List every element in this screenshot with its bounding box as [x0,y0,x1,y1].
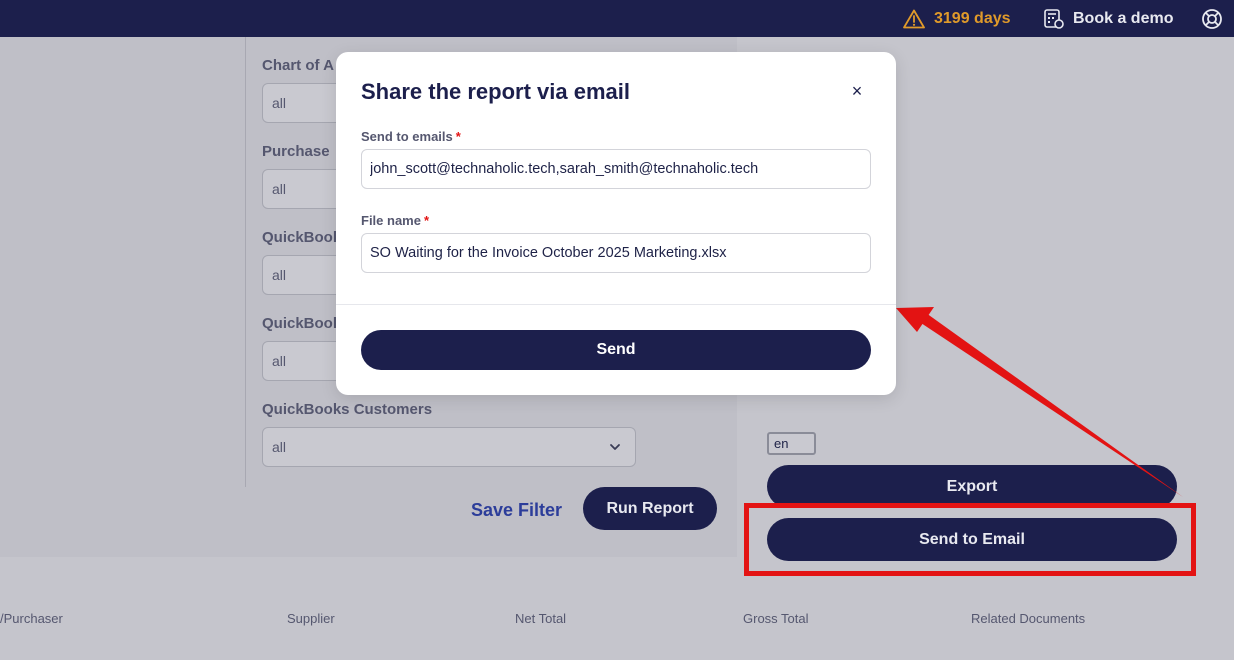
filter-label-quickbooks-1: QuickBook [262,229,342,246]
column-header-net-total: Net Total [515,611,567,626]
modal-title: Share the report via email [361,79,630,104]
share-email-modal: Share the report via email × Send to ema… [336,52,896,395]
book-demo-text: Book a demo [1073,9,1174,27]
filter-label-chart-of-accounts: Chart of A [262,57,334,74]
export-button[interactable]: Export [767,465,1177,508]
filter-label-purchase: Purchase [262,143,330,160]
modal-divider [336,304,896,305]
column-header-gross-total: Gross Total [743,611,809,626]
filter-select-value: all [272,181,287,197]
run-report-button[interactable]: Run Report [583,487,717,530]
chevron-down-icon [610,444,620,450]
save-filter-link[interactable]: Save Filter [471,500,562,521]
language-select[interactable]: en [767,432,816,455]
trial-days-text: 3199 days [934,9,1011,27]
close-icon[interactable]: × [848,82,866,100]
filter-select-value: all [272,353,287,369]
column-header-related-documents: Related Documents [971,611,1086,626]
filter-select-value: all [272,267,287,283]
annotation-highlight-box [744,503,1196,576]
required-marker: * [455,129,461,144]
column-header-purchaser: /Purchaser [0,611,63,626]
filter-divider [245,37,246,487]
filter-select-quickbooks-customers[interactable]: all [262,427,636,467]
emails-label: Send to emails * [361,129,461,144]
column-header-supplier: Supplier [287,611,335,626]
filter-label-quickbooks-2: QuickBook [262,315,342,332]
filter-select-value: all [272,95,287,111]
filename-label: File name * [361,213,429,228]
required-marker: * [423,213,430,228]
top-bar: 3199 days Book a demo [0,0,1234,37]
send-button[interactable]: Send [361,330,871,370]
trial-days-indicator[interactable]: 3199 days [903,0,1011,37]
filename-input[interactable] [361,233,871,273]
lifebuoy-icon [1202,8,1222,29]
filter-label-quickbooks-customers: QuickBooks Customers [262,401,433,418]
emails-input[interactable] [361,149,871,189]
book-demo-link[interactable]: Book a demo [1043,0,1173,37]
calendar-icon [1044,9,1064,29]
warning-icon [903,9,925,28]
filename-label-text: File name [361,213,421,228]
help-button[interactable] [1201,0,1223,37]
filter-select-value: all [272,439,287,455]
emails-label-text: Send to emails [361,129,453,144]
